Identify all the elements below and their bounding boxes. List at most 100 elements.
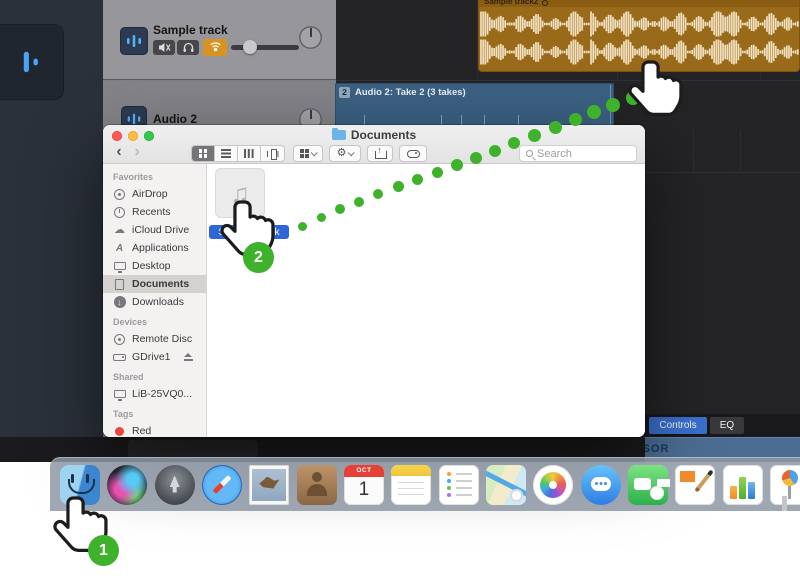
volume-slider-thumb[interactable] [243,40,257,54]
library-panel [0,0,103,462]
sidebar-item-desktop[interactable]: Desktop [103,257,206,275]
loop-icon [542,0,548,6]
dock-app-photos[interactable] [533,465,573,505]
dock-app-safari[interactable] [202,465,242,505]
search-icon [526,150,533,157]
waveform-icon [9,45,43,79]
sidebar-section-tags: Tags [103,407,206,422]
input-monitor-button[interactable] [203,39,227,56]
sidebar-item-icloud-drive[interactable]: ☁iCloud Drive [103,221,206,239]
dock-app-calendar[interactable]: OCT 1 [344,465,384,505]
track-icon [120,27,148,55]
audio-waveform [479,7,800,71]
eject-icon[interactable] [184,353,193,362]
sidebar-item-label: Red [132,425,151,437]
dock-app-maps[interactable] [486,465,526,505]
audio-region-take[interactable]: 2 Audio 2: Take 2 (3 takes) [335,83,614,130]
display-icon [112,388,127,401]
volume-slider[interactable] [231,45,299,50]
music-note-icon: ♫ [230,178,250,209]
dock-app-reminders[interactable] [439,465,479,505]
finder-window: Documents ‹ › ⚙ Search Favorites AirDrop… [103,125,645,437]
airdrop-icon [112,188,127,201]
disc-icon [112,333,127,346]
track-header-sample-track[interactable]: Sample track [103,0,336,80]
region-label: Sample track2 [484,0,538,6]
sidebar-item-label: AirDrop [132,188,168,200]
window-title-text: Documents [351,128,416,142]
pan-knob[interactable] [299,26,322,49]
sidebar-item-remote-disc[interactable]: Remote Disc [103,330,206,348]
forward-button[interactable]: › [129,144,145,162]
action-button[interactable]: ⚙ [329,145,361,162]
sidebar-item-recents[interactable]: Recents [103,203,206,221]
dock-app-keynote[interactable] [770,465,800,505]
window-title: Documents [103,128,645,142]
document-icon [112,278,127,291]
sidebar-item-downloads[interactable]: ↓Downloads [103,293,206,311]
region-edge [610,85,611,126]
step-badge-1: 1 [88,535,119,566]
search-placeholder: Search [537,148,572,160]
file-sample-track[interactable]: ♫ Sample track [215,168,265,218]
dock-app-messages[interactable] [581,465,621,505]
finder-sidebar: Favorites AirDrop Recents ☁iCloud Drive … [103,164,207,437]
track-separator [645,172,800,173]
sidebar-item-label: Recents [132,206,171,218]
red-tag-icon [112,425,127,438]
dock-app-launchpad[interactable] [155,465,195,505]
track-name: Audio 2 [153,112,197,126]
calendar-day: 1 [344,477,384,503]
group-button[interactable] [293,145,323,162]
grid-view-icon [199,149,208,158]
file-label: Sample track [209,225,289,239]
sidebar-item-airdrop[interactable]: AirDrop [103,185,206,203]
sidebar-item-documents[interactable]: Documents [103,275,206,293]
dock-app-siri[interactable] [107,465,147,505]
list-view-icon [221,149,231,158]
gallery-view-icon [267,149,279,158]
search-input[interactable]: Search [519,145,637,162]
dock-app-contacts[interactable] [297,465,337,505]
mute-button[interactable] [153,40,175,55]
waveform-icon [124,31,144,51]
tag-icon [407,150,420,158]
dock-app-numbers[interactable] [723,465,763,505]
gear-icon: ⚙ [337,148,347,159]
back-button[interactable]: ‹ [111,144,127,162]
chevron-down-icon [348,149,355,156]
track-name: Sample track [153,23,228,37]
view-mode-control [191,145,285,162]
mute-speaker-icon [158,42,171,53]
sidebar-item-label: GDrive1 [132,351,171,363]
tab-controls[interactable]: Controls [649,417,707,434]
dock-app-finder[interactable] [60,465,100,505]
audio-region-sample-track[interactable]: Sample track2 [478,0,800,72]
library-track-tile[interactable] [0,24,64,100]
column-view-icon [244,149,254,158]
solo-button[interactable] [177,40,199,55]
dock-app-facetime[interactable] [628,465,668,505]
sidebar-item-lib-25vq0[interactable]: LiB-25VQ0... [103,385,206,403]
icon-view-button[interactable] [192,146,215,161]
share-button[interactable] [367,145,393,162]
column-view-button[interactable] [238,146,261,161]
feedback-icon [209,42,222,53]
download-icon: ↓ [112,296,127,309]
sidebar-item-label: Desktop [132,260,171,272]
inspector-tab-strip: Controls EQ [645,414,800,437]
sidebar-item-tag-red[interactable]: Red [103,422,206,437]
grid-line [740,130,741,172]
sidebar-item-applications[interactable]: AApplications [103,239,206,257]
list-view-button[interactable] [215,146,238,161]
dock-app-mail[interactable] [249,465,289,505]
gallery-view-button[interactable] [261,146,284,161]
sidebar-item-label: Applications [132,242,189,254]
tab-eq[interactable]: EQ [710,417,744,434]
sidebar-item-gdrive1[interactable]: GDrive1 [103,348,206,366]
dock-app-pages[interactable] [675,465,715,505]
track-separator [336,80,800,81]
tag-button[interactable] [399,145,427,162]
dock-app-notes[interactable] [391,465,431,505]
calendar-month: OCT [344,465,384,477]
